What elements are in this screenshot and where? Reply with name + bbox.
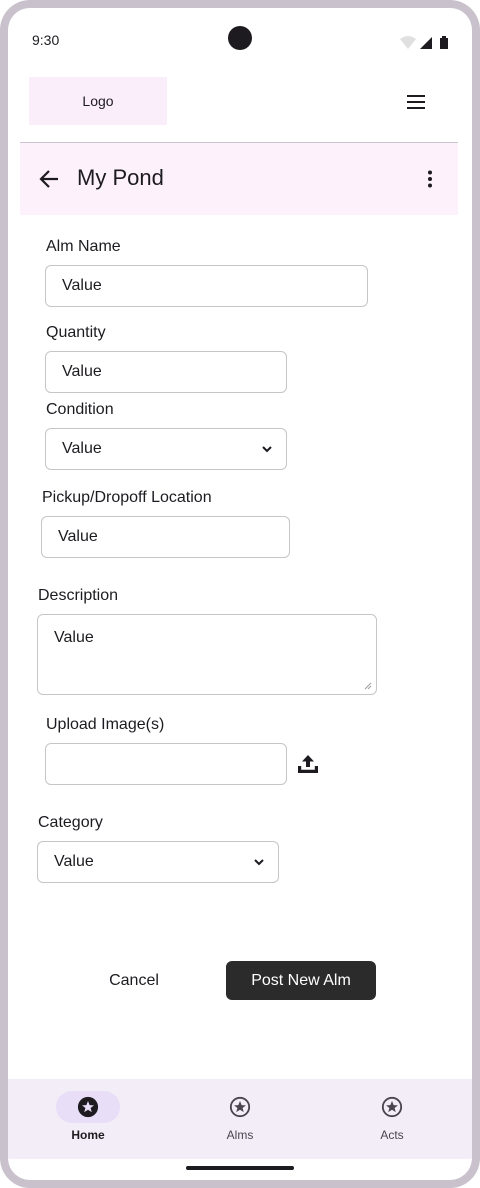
location-label: Pickup/Dropoff Location [42,489,212,506]
logo[interactable]: Logo [29,77,167,125]
nav-label-alms: Alms [226,1128,254,1142]
star-circle-icon [381,1096,403,1118]
upload-input[interactable] [45,743,287,785]
quantity-value: Value [62,363,102,380]
chevron-down-icon [254,859,264,866]
quantity-label: Quantity [46,324,106,341]
camera-cutout [228,26,252,50]
nav-item-alms[interactable]: Alms [180,1079,300,1159]
star-circle-icon [229,1096,251,1118]
category-label: Category [38,814,103,831]
status-time: 9:30 [32,32,60,48]
upload-label: Upload Image(s) [46,716,165,733]
nav-item-home[interactable]: Home [28,1079,148,1159]
wifi-icon [400,36,416,49]
signal-icon [420,37,432,49]
star-circle-icon [77,1096,99,1118]
resize-handle-icon[interactable] [364,682,372,690]
more-vert-icon [428,170,432,188]
alm-name-value: Value [62,277,102,294]
back-button[interactable] [37,167,61,191]
nav-icon-container [208,1091,272,1123]
chevron-down-icon [262,446,272,453]
alm-name-label: Alm Name [46,238,121,255]
battery-icon [440,38,448,49]
upload-icon[interactable] [296,752,320,776]
condition-label: Condition [46,401,114,418]
quantity-input[interactable]: Value [45,351,287,393]
condition-value: Value [62,440,102,457]
bottom-navigation: Home Alms Acts [8,1079,472,1159]
gesture-bar[interactable] [186,1166,294,1170]
nav-label-acts: Acts [380,1128,404,1142]
more-options-button[interactable] [418,167,442,191]
category-value: Value [54,853,94,870]
screen: 9:30 Logo My Pond Alm Name Value Quantit… [8,8,472,1180]
arrow-back-icon [39,170,58,188]
location-input[interactable]: Value [41,516,290,558]
description-value: Value [54,629,94,646]
nav-label-home: Home [71,1128,105,1142]
post-new-alm-button[interactable]: Post New Alm [226,961,376,1000]
cancel-button[interactable]: Cancel [88,962,180,1000]
hamburger-menu-icon [407,95,425,109]
alm-name-input[interactable]: Value [45,265,368,307]
nav-active-indicator [56,1091,120,1123]
device-frame: 9:30 Logo My Pond Alm Name Value Quantit… [0,0,480,1188]
nav-item-acts[interactable]: Acts [332,1079,452,1159]
status-bar: 9:30 [8,8,472,72]
condition-select[interactable]: Value [45,428,287,470]
description-label: Description [38,587,119,604]
system-status-icons [400,36,448,49]
page-title: My Pond [77,165,164,190]
nav-icon-container [360,1091,424,1123]
menu-button[interactable] [400,90,432,114]
category-select[interactable]: Value [37,841,279,883]
description-textarea[interactable]: Value [37,614,377,695]
location-value: Value [58,528,98,545]
top-app-bar: My Pond [20,143,458,215]
